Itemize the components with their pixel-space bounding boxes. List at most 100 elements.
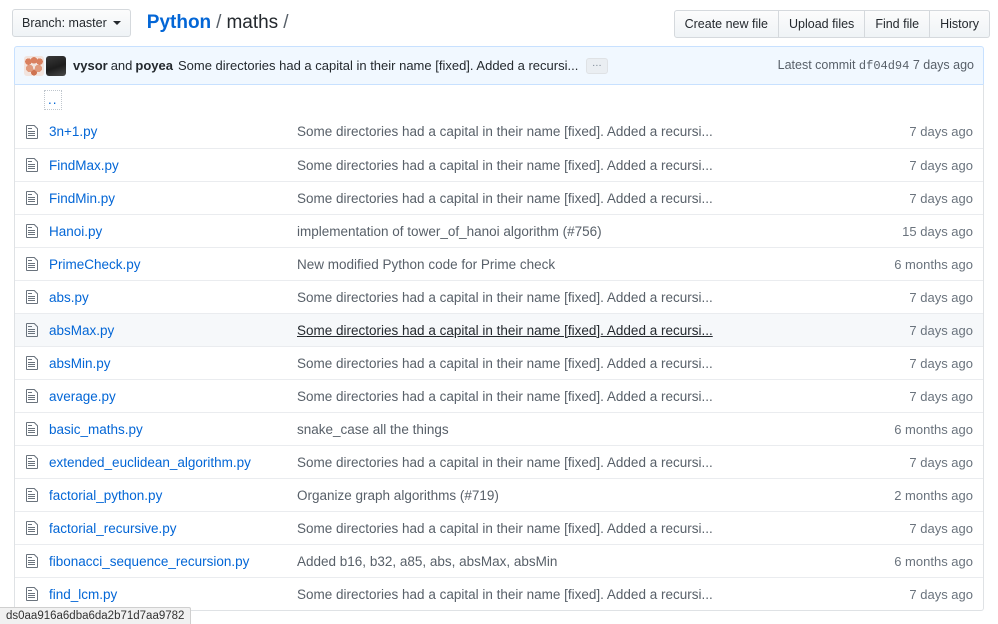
table-row[interactable]: FindMax.py Some directories had a capital… [15,148,983,181]
table-row[interactable]: average.py Some directories had a capital… [15,379,983,412]
file-name-cell: factorial_recursive.py [49,521,297,536]
file-name-cell: PrimeCheck.py [49,257,297,272]
file-name-link[interactable]: FindMin.py [49,191,115,206]
breadcrumb-repo-link[interactable]: Python [147,12,211,34]
file-name-link[interactable]: FindMax.py [49,158,119,173]
commit-message-link[interactable]: implementation of tower_of_hanoi algorit… [297,224,853,239]
table-row[interactable]: 3n+1.py Some directories had a capital in… [15,115,983,148]
commit-message-link[interactable]: Some directories had a capital in their … [297,158,853,173]
table-row[interactable]: absMax.py Some directories had a capital … [15,313,983,346]
commit-message-link[interactable]: Some directories had a capital in their … [297,290,853,305]
table-row[interactable]: Hanoi.py implementation of tower_of_hanoi… [15,214,983,247]
file-name-cell: absMax.py [49,323,297,338]
file-name-link[interactable]: factorial_recursive.py [49,521,177,536]
browser-status-bar: ds0aa916a6dba6da2b71d7aa9782 [0,607,191,624]
commit-message-link[interactable]: Some directories had a capital in their … [297,124,853,139]
breadcrumb-separator: / [216,12,221,34]
file-name-cell: Hanoi.py [49,224,297,239]
commit-message-link[interactable]: Organize graph algorithms (#719) [297,488,853,503]
commit-age: 15 days ago [853,224,973,239]
commit-message-link[interactable]: Some directories had a capital in their … [297,323,853,338]
latest-commit-label: Latest commit [778,58,856,72]
parent-directory-link[interactable]: .. [47,93,59,107]
file-name-cell: extended_euclidean_algorithm.py [49,455,297,470]
commit-message-link[interactable]: Some directories had a capital in their … [297,191,853,206]
file-icon [25,388,49,404]
latest-commit-age: 7 days ago [913,58,974,72]
table-row[interactable]: PrimeCheck.py New modified Python code fo… [15,247,983,280]
file-name-link[interactable]: abs.py [49,290,89,305]
history-button[interactable]: History [930,10,990,38]
commit-age: 6 months ago [853,554,973,569]
table-row[interactable]: basic_maths.py snake_case all the things6… [15,412,983,445]
breadcrumb: Python / maths / [147,12,289,34]
commit-message-link[interactable]: Added b16, b32, a85, abs, absMax, absMin [297,554,853,569]
breadcrumb-trailing-separator: / [283,12,288,34]
table-row[interactable]: absMin.py Some directories had a capital … [15,346,983,379]
commit-age: 7 days ago [853,521,973,536]
file-name-link[interactable]: basic_maths.py [49,422,143,437]
file-icon [25,487,49,503]
commit-message-link[interactable]: Some directories had a capital in their … [297,356,853,371]
commit-author-secondary[interactable]: poyea [135,58,173,73]
file-name-link[interactable]: average.py [49,389,116,404]
commit-age: 2 months ago [853,488,973,503]
table-row[interactable]: factorial_python.py Organize graph algori… [15,478,983,511]
commit-message-link[interactable]: Some directories had a capital in their … [297,521,853,536]
table-row[interactable]: FindMin.py Some directories had a capital… [15,181,983,214]
file-name-link[interactable]: fibonacci_sequence_recursion.py [49,554,249,569]
table-row[interactable]: extended_euclidean_algorithm.py Some dire… [15,445,983,478]
commit-age: 6 months ago [853,422,973,437]
file-name-link[interactable]: absMax.py [49,323,114,338]
file-name-cell: find_lcm.py [49,587,297,602]
file-name-cell: basic_maths.py [49,422,297,437]
commit-sha-link[interactable]: df04d94 [859,59,909,73]
commit-message-link[interactable]: snake_case all the things [297,422,853,437]
file-icon [25,256,49,272]
commit-message-link[interactable]: Some directories had a capital in their … [297,389,853,404]
file-name-cell: FindMax.py [49,158,297,173]
file-listing-table: .. 3n+1.py Some directories had a capital… [14,84,984,611]
commit-age: 7 days ago [853,455,973,470]
file-name-link[interactable]: absMin.py [49,356,111,371]
create-new-file-button[interactable]: Create new file [674,10,779,38]
table-row[interactable]: factorial_recursive.py Some directories h… [15,511,983,544]
file-icon [25,289,49,305]
commit-author-primary[interactable]: vysor [73,58,108,73]
file-name-link[interactable]: 3n+1.py [49,124,97,139]
file-name-link[interactable]: find_lcm.py [49,587,117,602]
file-icon [25,124,49,140]
commit-message-link[interactable]: Some directories had a capital in their … [297,587,853,602]
find-file-button[interactable]: Find file [865,10,930,38]
file-name-link[interactable]: extended_euclidean_algorithm.py [49,455,251,470]
upload-files-button[interactable]: Upload files [779,10,865,38]
parent-directory-row[interactable]: .. [15,85,983,115]
avatar[interactable] [24,56,44,76]
expand-commit-message-button[interactable]: … [586,58,608,74]
file-icon [25,553,49,569]
file-icon [25,421,49,437]
commit-age: 7 days ago [853,323,973,338]
file-name-link[interactable]: PrimeCheck.py [49,257,141,272]
file-name-link[interactable]: factorial_python.py [49,488,162,503]
latest-commit-meta: Latest commit df04d94 7 days ago [778,58,974,73]
table-row[interactable]: find_lcm.py Some directories had a capita… [15,577,983,610]
file-icon [25,223,49,239]
table-row[interactable]: fibonacci_sequence_recursion.py Added b16… [15,544,983,577]
commit-message-link[interactable]: New modified Python code for Prime check [297,257,853,272]
file-name-cell: absMin.py [49,356,297,371]
file-name-cell: factorial_python.py [49,488,297,503]
table-row[interactable]: abs.py Some directories had a capital in … [15,280,983,313]
file-icon [25,586,49,602]
latest-commit-bar: vysor and poyea Some directories had a c… [14,46,984,84]
commit-message-link[interactable]: Some directories had a capital in their … [297,455,853,470]
commit-age: 7 days ago [853,158,973,173]
commit-author-conjunction: and [111,58,133,73]
file-name-cell: abs.py [49,290,297,305]
file-icon [25,454,49,470]
file-name-link[interactable]: Hanoi.py [49,224,102,239]
latest-commit-message[interactable]: Some directories had a capital in their … [178,58,578,73]
commit-age: 7 days ago [853,587,973,602]
branch-selector-button[interactable]: Branch: master [12,9,131,37]
avatar[interactable] [46,56,66,76]
